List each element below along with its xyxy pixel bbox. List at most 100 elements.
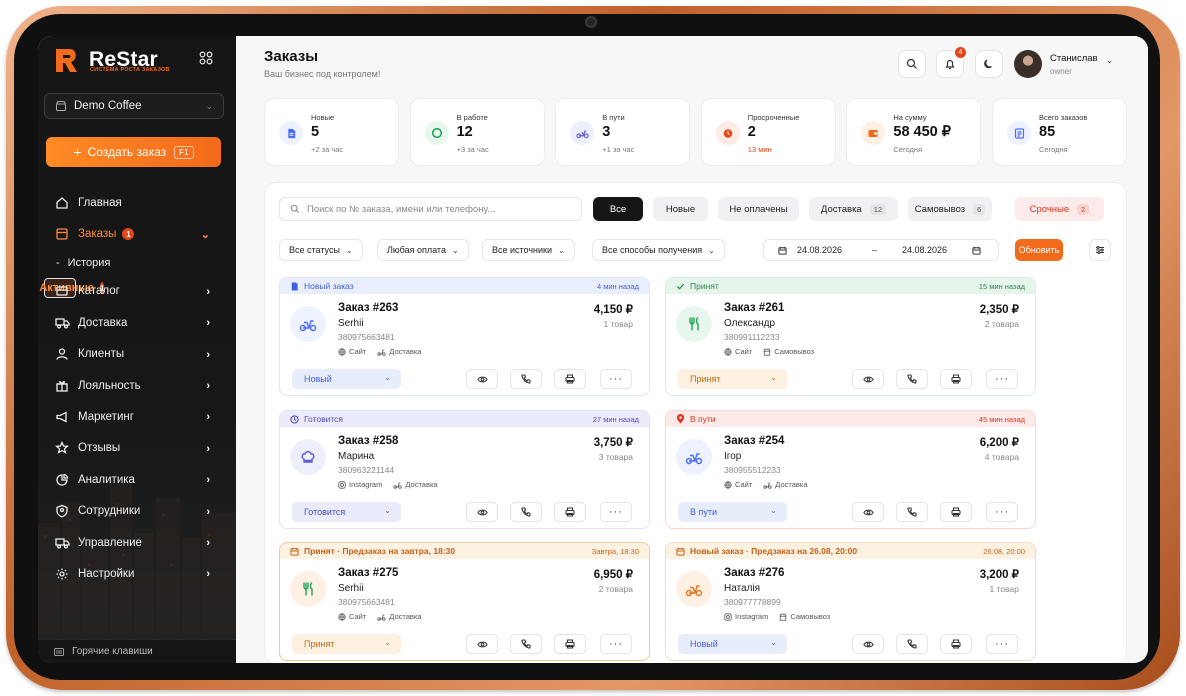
sidebar-item-management[interactable]: Управление › — [38, 527, 236, 558]
status-dropdown[interactable]: Принят ⌄ — [292, 634, 401, 654]
call-button[interactable] — [896, 502, 928, 522]
more-button[interactable]: ··· — [600, 369, 632, 389]
order-card-header: В пути 45 мин назад — [666, 411, 1035, 427]
hotkeys-label: Горячие клавиши — [72, 646, 153, 657]
view-button[interactable] — [466, 369, 498, 389]
printer-icon — [951, 639, 961, 649]
refresh-button[interactable]: Обновить — [1015, 239, 1063, 261]
stat-in-progress[interactable]: В работе 12 +3 за час — [409, 98, 545, 166]
status-dropdown[interactable]: В пути ⌄ — [678, 502, 787, 522]
status-dropdown[interactable]: Новый ⌄ — [292, 369, 401, 389]
stat-total-sum[interactable]: На сумму 58 450 ₽ Сегодня — [846, 98, 982, 166]
more-button[interactable]: ··· — [986, 634, 1018, 654]
more-button[interactable]: ··· — [600, 634, 632, 654]
print-button[interactable] — [940, 502, 972, 522]
sidebar-item-staff[interactable]: Сотрудники › — [38, 496, 236, 527]
sidebar-item-reviews[interactable]: Отзывы › — [38, 433, 236, 464]
status-dropdown[interactable]: Готовится ⌄ — [292, 502, 401, 522]
order-card[interactable]: В пути 45 мин назад Заказ #254 Ігор 3809… — [665, 410, 1036, 529]
sidebar-item-label: Заказы — [78, 228, 117, 241]
tab-unpaid[interactable]: Не оплачены — [718, 197, 799, 221]
search-input[interactable]: Поиск по № заказа, имени или телефону... — [279, 197, 582, 221]
source-label: Сайт — [735, 480, 753, 489]
filter-status[interactable]: Все статусы ⌄ — [279, 239, 363, 261]
sidebar-item-home[interactable]: Главная — [38, 187, 236, 218]
call-button[interactable] — [510, 502, 542, 522]
hotkeys-link[interactable]: Горячие клавиши — [38, 639, 236, 663]
theme-toggle[interactable] — [975, 50, 1003, 78]
order-card[interactable]: Новый заказ 4 мин назад Заказ #263 Serhi… — [279, 277, 650, 396]
stat-new[interactable]: Новые 5 +2 за час — [264, 98, 399, 166]
search-icon — [290, 204, 300, 214]
order-card[interactable]: Готовится 27 мин назад Заказ #258 Марина… — [279, 410, 650, 529]
sidebar-subitem-history[interactable]: - История — [38, 250, 236, 276]
sidebar-item-loyalty[interactable]: Лояльность › — [38, 370, 236, 401]
eye-icon — [862, 641, 874, 647]
globe-icon — [338, 347, 346, 356]
call-button[interactable] — [896, 634, 928, 654]
order-card[interactable]: Принят 15 мин назад Заказ #261 Олександр… — [665, 277, 1036, 396]
more-button[interactable]: ··· — [600, 502, 632, 522]
tab-all[interactable]: Все — [593, 197, 643, 221]
phone-icon — [521, 374, 531, 384]
sidebar-item-clients[interactable]: Клиенты › — [38, 339, 236, 370]
tab-urgent[interactable]: Срочные 2 — [1015, 197, 1104, 221]
stat-in-transit[interactable]: В пути 3 +1 за час — [555, 98, 691, 166]
search-button[interactable] — [898, 50, 926, 78]
order-source: Сайт — [338, 612, 366, 621]
print-button[interactable] — [940, 634, 972, 654]
chevron-right-icon: › — [206, 442, 210, 455]
stat-overdue[interactable]: Просроченные 2 13 мин — [700, 98, 836, 166]
stat-total-orders[interactable]: Всего заказов 85 Сегодня — [992, 98, 1127, 166]
sidebar-item-marketing[interactable]: Маркетинг › — [38, 401, 236, 432]
date-range-picker[interactable]: 24.08.2026 – 24.08.2026 — [763, 239, 999, 261]
view-button[interactable] — [852, 369, 884, 389]
view-button[interactable] — [852, 502, 884, 522]
order-time: 27 мин назад — [592, 414, 639, 424]
tab-delivery[interactable]: Доставка 12 — [809, 197, 898, 221]
workspace-selector[interactable]: Demo Coffee ⌄ — [44, 93, 224, 119]
apps-grid-icon[interactable] — [199, 51, 213, 65]
filter-fulfillment[interactable]: Все способы получения ⌄ — [592, 239, 725, 261]
filter-settings-button[interactable] — [1089, 239, 1111, 261]
more-button[interactable]: ··· — [986, 502, 1018, 522]
print-button[interactable] — [554, 634, 586, 654]
print-button[interactable] — [940, 369, 972, 389]
tab-new[interactable]: Новые — [653, 197, 708, 221]
view-button[interactable] — [466, 634, 498, 654]
filter-source[interactable]: Все источники ⌄ — [482, 239, 575, 261]
sidebar-item-delivery[interactable]: Доставка › — [38, 307, 236, 338]
notifications-button[interactable]: 4 — [936, 47, 966, 78]
scooter-icon — [685, 584, 703, 596]
call-button[interactable] — [896, 369, 928, 389]
print-button[interactable] — [554, 502, 586, 522]
stat-sub: +2 за час — [311, 145, 344, 154]
sidebar-item-analytics[interactable]: Аналитика › — [38, 464, 236, 495]
order-card[interactable]: Новый заказ · Предзаказ на 26.08, 20:00 … — [665, 542, 1036, 661]
call-button[interactable] — [510, 634, 542, 654]
sidebar-item-catalog[interactable]: Каталог › — [38, 276, 236, 307]
order-price: 4,150 ₽ — [593, 304, 633, 316]
filter-payment[interactable]: Любая оплата ⌄ — [377, 239, 469, 261]
view-button[interactable] — [852, 634, 884, 654]
order-card[interactable]: Принят · Предзаказ на завтра, 18:30 Завт… — [279, 542, 650, 661]
user-menu[interactable]: Станислав owner ⌄ — [1014, 50, 1113, 78]
instagram-icon — [338, 480, 346, 489]
date-to: 24.08.2026 — [902, 245, 948, 255]
orders-icon — [56, 228, 68, 240]
more-icon: ··· — [609, 638, 623, 650]
view-button[interactable] — [466, 502, 498, 522]
stat-label: В работе — [456, 113, 488, 122]
print-button[interactable] — [554, 369, 586, 389]
status-dropdown[interactable]: Принят ⌄ — [678, 369, 787, 389]
sidebar-nav: Главная Заказы 1 ⌄ - Активные 1 - Истори… — [38, 187, 236, 590]
more-button[interactable]: ··· — [986, 369, 1018, 389]
create-order-button[interactable]: + Создать заказ F1 — [46, 137, 221, 167]
search-icon — [906, 58, 917, 69]
call-button[interactable] — [510, 369, 542, 389]
sidebar-item-orders[interactable]: Заказы 1 ⌄ — [38, 218, 236, 249]
sidebar-item-settings[interactable]: Настройки › — [38, 558, 236, 589]
tab-pickup[interactable]: Самовывоз 6 — [908, 197, 992, 221]
order-method: Доставка — [763, 480, 808, 489]
status-dropdown[interactable]: Новый ⌄ — [678, 634, 787, 654]
